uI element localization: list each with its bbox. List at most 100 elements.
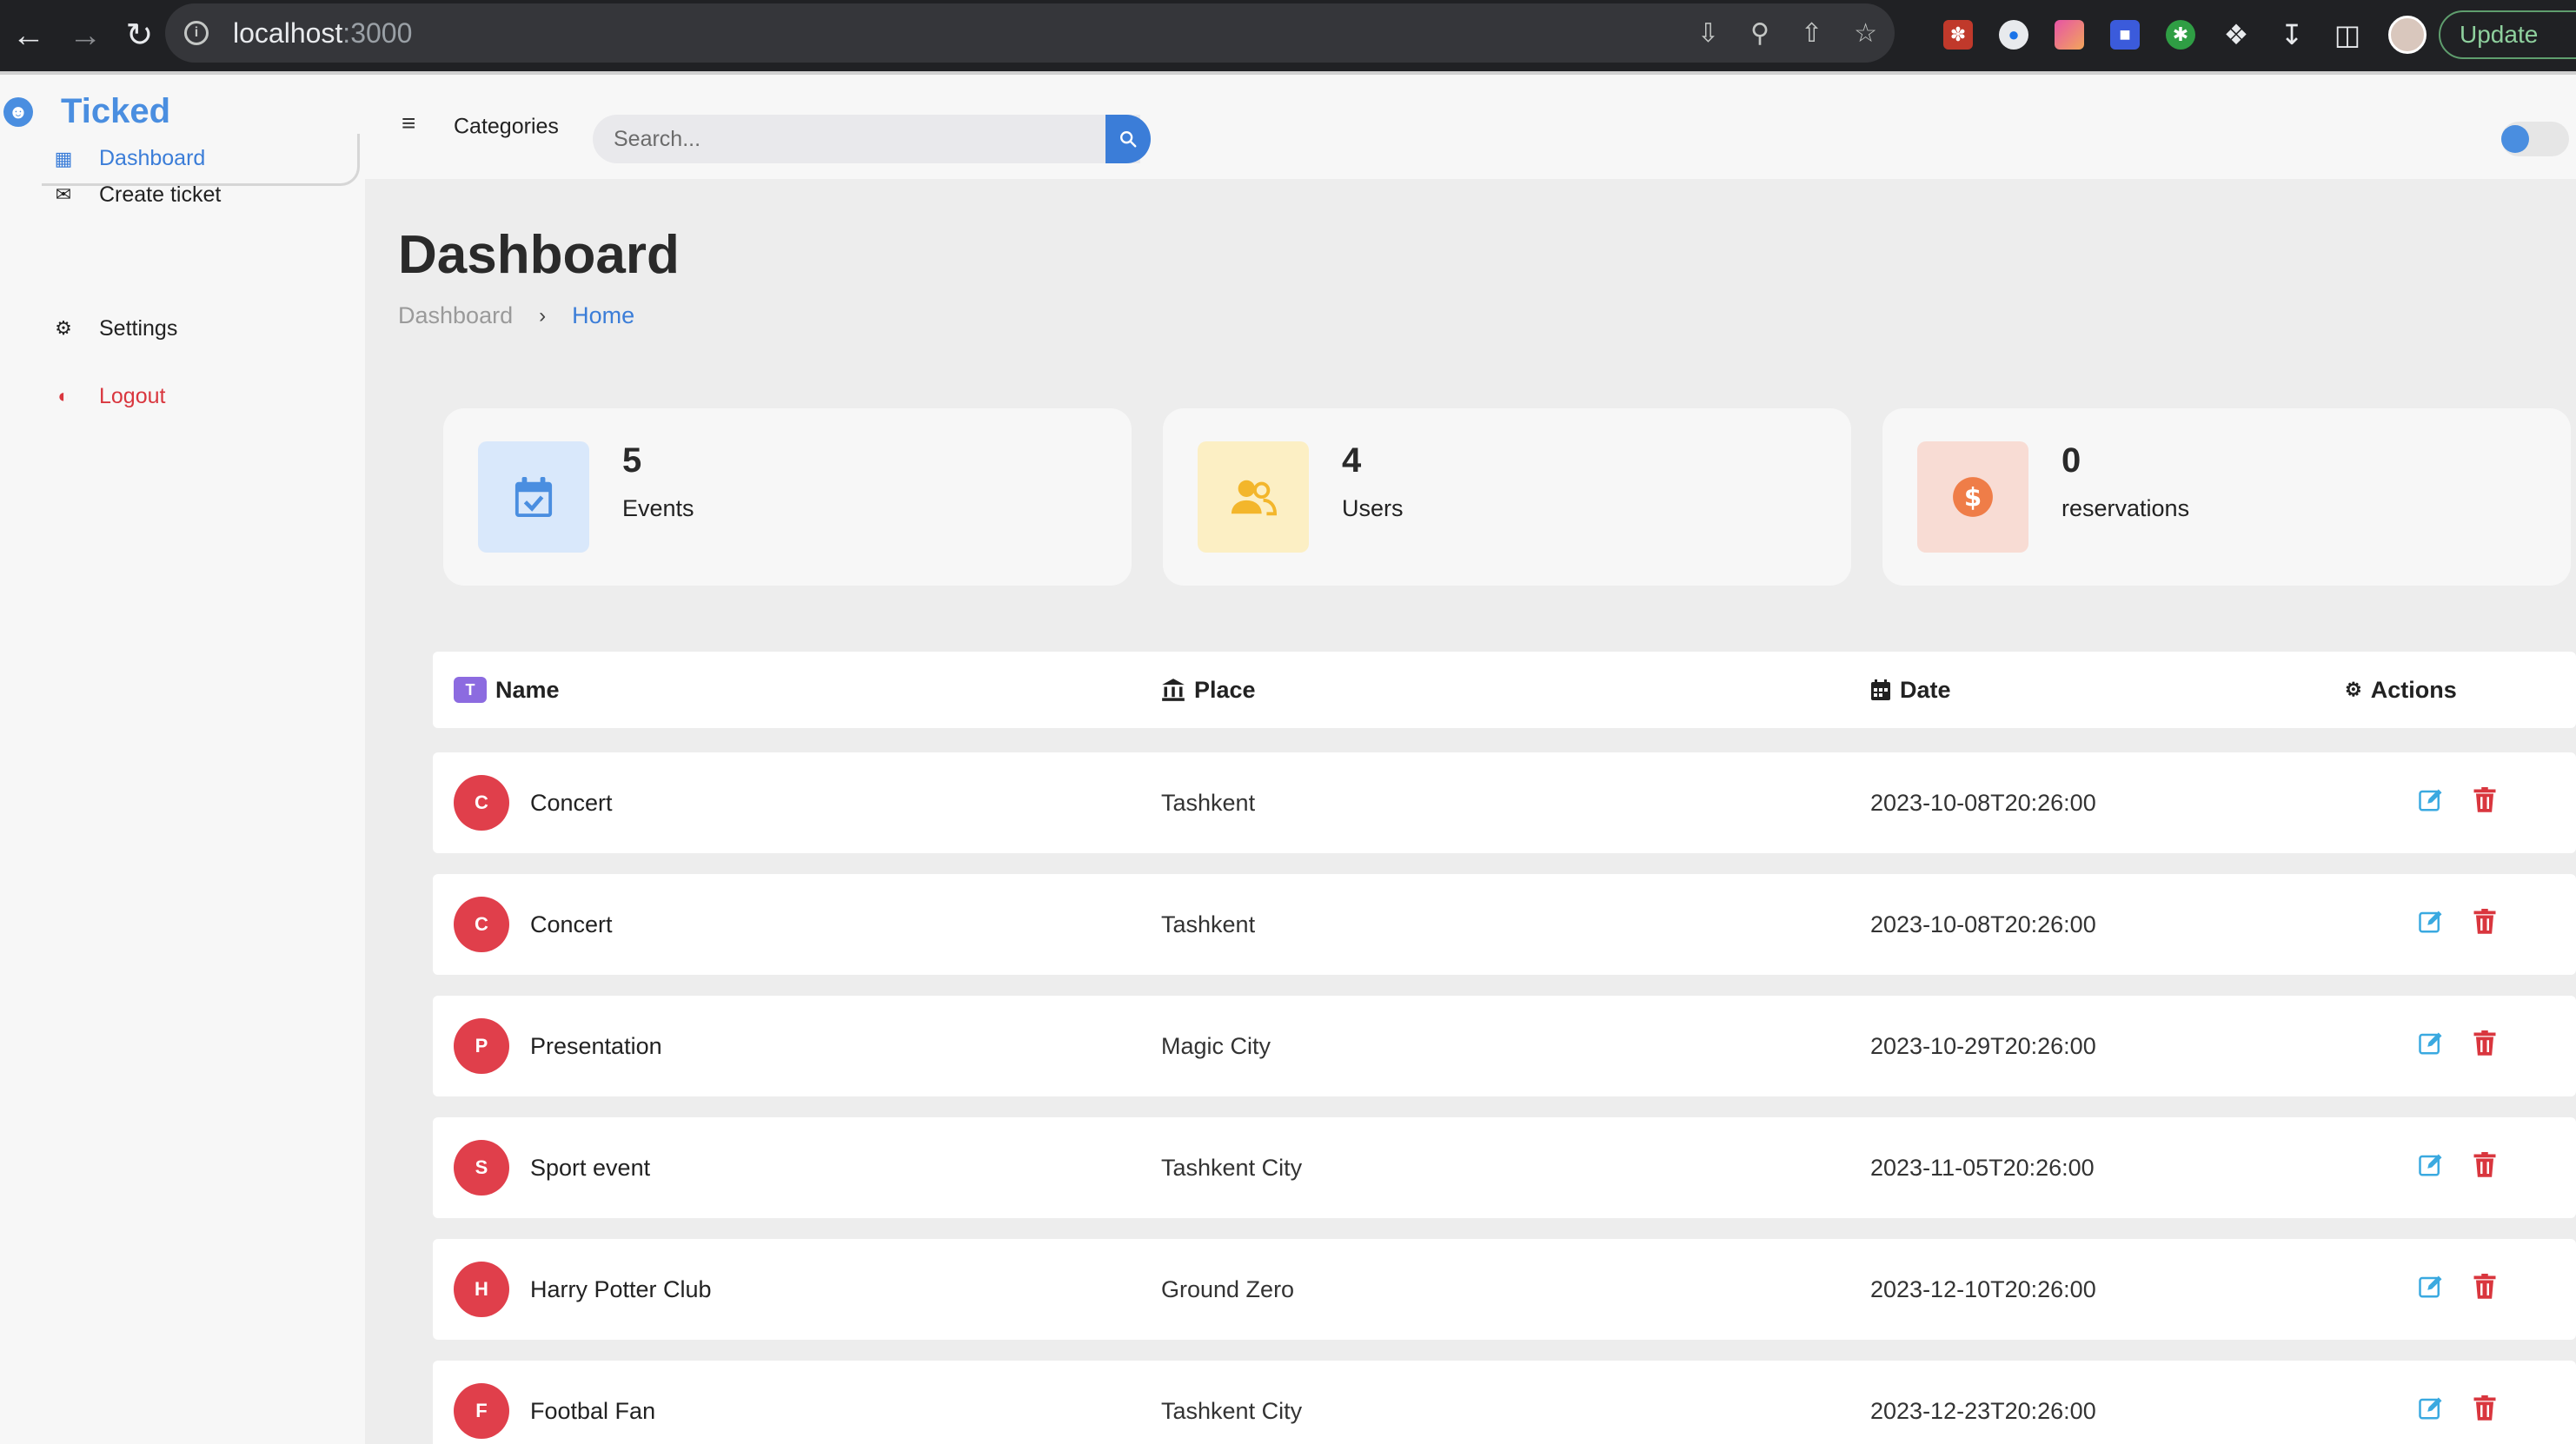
breadcrumb-dashboard[interactable]: Dashboard bbox=[398, 302, 513, 329]
edit-icon[interactable] bbox=[2418, 909, 2444, 941]
reload-icon[interactable]: ↻ bbox=[125, 19, 153, 52]
grid-icon: ▦ bbox=[54, 147, 73, 169]
extension-gradient-icon[interactable] bbox=[2055, 20, 2084, 50]
users-icon bbox=[1231, 480, 1277, 516]
sidebar-item-label: Create ticket bbox=[99, 182, 222, 207]
bookmark-star-icon[interactable]: ☆ bbox=[1854, 18, 1877, 49]
sidebar-item-create-ticket[interactable]: ✉ Create ticket bbox=[42, 169, 360, 221]
table-header: T Name Place Date ⚙ Actions bbox=[433, 652, 2576, 728]
trash-icon[interactable] bbox=[2473, 786, 2496, 819]
sidebar-item-label: Logout bbox=[99, 383, 166, 408]
stat-label: Events bbox=[622, 495, 694, 521]
trash-icon[interactable] bbox=[2473, 1151, 2496, 1184]
search-button[interactable] bbox=[1105, 115, 1151, 163]
back-icon[interactable]: ← bbox=[12, 19, 45, 52]
extension-translate-icon[interactable]: ● bbox=[1999, 20, 2028, 50]
trash-icon[interactable] bbox=[2473, 1030, 2496, 1063]
column-header-actions: ⚙ Actions bbox=[2345, 652, 2457, 728]
event-name: Concert bbox=[530, 911, 613, 937]
edit-icon[interactable] bbox=[2418, 1395, 2444, 1427]
logout-icon: ◐ bbox=[57, 385, 70, 407]
side-panel-icon[interactable]: ◫ bbox=[2333, 19, 2362, 50]
event-place: Tashkent bbox=[1161, 911, 1256, 937]
column-header-place: Place bbox=[1161, 652, 1256, 728]
event-place: Tashkent bbox=[1161, 789, 1256, 816]
calendar-icon bbox=[1870, 679, 1891, 701]
trash-icon[interactable] bbox=[2473, 1394, 2496, 1427]
stat-icon-box bbox=[1198, 441, 1309, 553]
row-actions bbox=[2418, 874, 2496, 975]
column-label: Date bbox=[1900, 676, 1951, 703]
extension-green-icon[interactable]: ✱ bbox=[2166, 20, 2195, 50]
column-label: Actions bbox=[2370, 676, 2457, 703]
chevron-right-icon: › bbox=[539, 303, 547, 328]
column-header-date: Date bbox=[1870, 652, 1951, 728]
calendar-check-icon bbox=[515, 477, 553, 517]
table-row: P Presentation Magic City 2023-10-29T20:26:… bbox=[433, 996, 2576, 1096]
categories-link[interactable]: Categories bbox=[454, 115, 559, 140]
gear-icon: ⚙ bbox=[55, 317, 72, 339]
event-place: Tashkent City bbox=[1161, 1154, 1303, 1181]
profile-avatar[interactable] bbox=[2388, 16, 2427, 54]
extensions-puzzle-icon[interactable]: ❖ bbox=[2221, 19, 2251, 50]
trash-icon[interactable] bbox=[2473, 908, 2496, 941]
extension-red-icon[interactable]: ✽ bbox=[1943, 20, 1973, 50]
event-avatar: S bbox=[454, 1140, 509, 1196]
stat-value: 0 bbox=[2061, 441, 2081, 480]
edit-icon[interactable] bbox=[2418, 1030, 2444, 1063]
brand[interactable]: ☻ Ticked bbox=[0, 92, 170, 131]
event-date: 2023-10-08T20:26:00 bbox=[1870, 911, 2096, 937]
event-name: Sport event bbox=[530, 1154, 651, 1181]
toggle-knob bbox=[2501, 125, 2529, 153]
share-icon[interactable]: ⇧ bbox=[1801, 18, 1822, 49]
row-actions bbox=[2418, 1117, 2496, 1218]
address-bar[interactable]: i localhost:3000 ⇩ ⚲ ⇧ ☆ bbox=[165, 3, 1895, 63]
page-title: Dashboard bbox=[398, 225, 680, 285]
breadcrumb: Dashboard › Home bbox=[398, 302, 634, 329]
row-actions bbox=[2418, 752, 2496, 853]
breadcrumb-home[interactable]: Home bbox=[572, 302, 634, 329]
edit-icon[interactable] bbox=[2418, 1274, 2444, 1306]
row-actions bbox=[2418, 996, 2496, 1096]
sidebar: ☻ Ticked ▦ Dashboard ✉ Create ticket ⚙ S… bbox=[0, 75, 365, 1444]
smiley-logo-icon: ☻ bbox=[3, 96, 33, 127]
building-icon bbox=[1161, 678, 1185, 702]
event-avatar: H bbox=[454, 1262, 509, 1317]
event-avatar: C bbox=[454, 775, 509, 831]
info-icon[interactable]: i bbox=[184, 21, 209, 45]
theme-toggle[interactable] bbox=[2501, 122, 2569, 156]
stat-icon-box bbox=[478, 441, 589, 553]
text-badge-icon: T bbox=[454, 677, 487, 703]
column-label: Place bbox=[1194, 676, 1256, 703]
event-name: Footbal Fan bbox=[530, 1397, 656, 1424]
event-date: 2023-11-05T20:26:00 bbox=[1870, 1154, 2095, 1181]
sidebar-item-settings[interactable]: ⚙ Settings bbox=[42, 302, 360, 354]
sidebar-item-logout[interactable]: ◐ Logout bbox=[42, 370, 360, 422]
forward-icon[interactable]: → bbox=[69, 19, 102, 52]
event-avatar: F bbox=[454, 1383, 509, 1439]
stat-label: Users bbox=[1342, 495, 1404, 521]
event-avatar: C bbox=[454, 897, 509, 952]
trash-icon[interactable] bbox=[2473, 1273, 2496, 1306]
install-icon[interactable]: ⇩ bbox=[1697, 18, 1719, 49]
column-header-name: T Name bbox=[454, 652, 560, 728]
stat-card-users: 4 Users bbox=[1163, 408, 1851, 586]
event-date: 2023-12-10T20:26:00 bbox=[1870, 1275, 2096, 1302]
edit-icon[interactable] bbox=[2418, 787, 2444, 819]
top-bar: ≡ Categories Search... bbox=[365, 75, 2576, 179]
edit-icon[interactable] bbox=[2418, 1152, 2444, 1184]
browser-toolbar: ← → ↻ i localhost:3000 ⇩ ⚲ ⇧ ☆ ✽ ● ■ ✱ ❖… bbox=[0, 0, 2576, 71]
stat-card-reservations: $ 0 reservations bbox=[1882, 408, 2571, 586]
event-place: Tashkent City bbox=[1161, 1397, 1303, 1424]
menu-toggle-icon[interactable]: ≡ bbox=[402, 109, 415, 137]
extension-blue-icon[interactable]: ■ bbox=[2110, 20, 2140, 50]
update-button[interactable]: Update bbox=[2439, 10, 2576, 59]
downloads-icon[interactable]: ↧ bbox=[2277, 19, 2307, 50]
event-date: 2023-10-29T20:26:00 bbox=[1870, 1032, 2096, 1059]
table-row: H Harry Potter Club Ground Zero 2023-12-10T… bbox=[433, 1239, 2576, 1340]
search-input[interactable]: Search... bbox=[593, 115, 1140, 163]
gears-icon: ⚙ bbox=[2345, 679, 2362, 700]
event-date: 2023-10-08T20:26:00 bbox=[1870, 789, 2096, 816]
zoom-icon[interactable]: ⚲ bbox=[1750, 18, 1769, 49]
dollar-icon: $ bbox=[1953, 477, 1993, 517]
